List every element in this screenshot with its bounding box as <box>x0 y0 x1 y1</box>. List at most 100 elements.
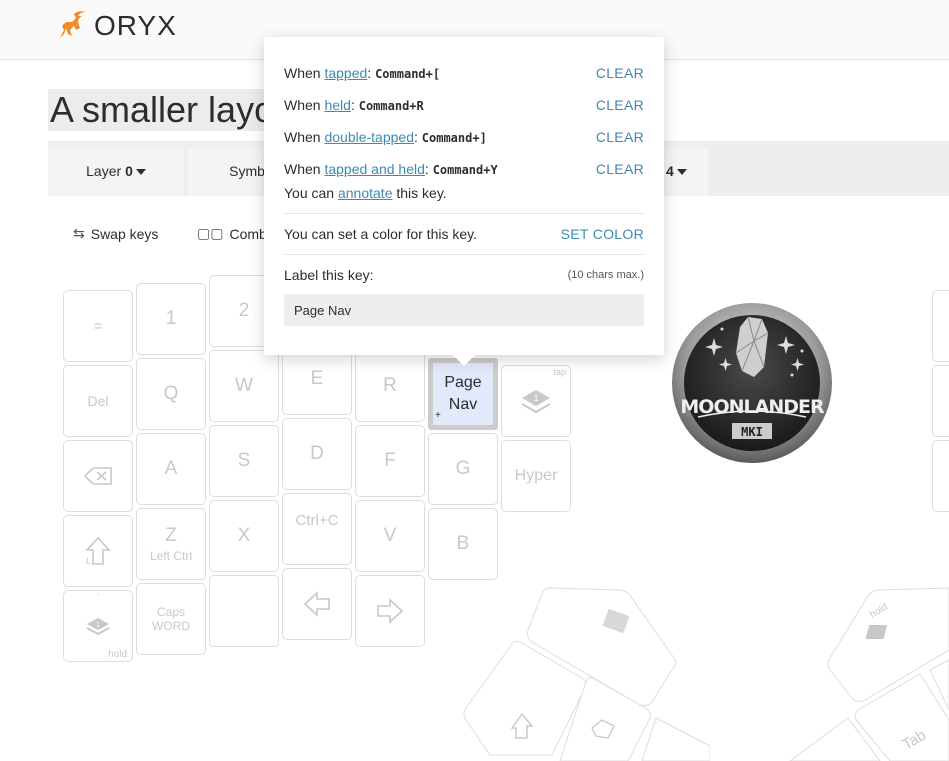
color-row: You can set a color for this key. SET CO… <box>284 224 644 244</box>
key-s[interactable]: S <box>209 425 279 497</box>
key-grave-layer-1-hold[interactable]: ` 1 hold <box>63 590 133 662</box>
key-label: A <box>164 458 178 479</box>
held-link[interactable]: held <box>324 97 350 113</box>
key-label: Ctrl+C <box>295 511 339 529</box>
key-caps-word[interactable]: Caps WORD <box>136 583 206 655</box>
key-label-line2: WORD <box>152 619 190 633</box>
key-equals[interactable]: = <box>63 290 133 362</box>
key-hyper[interactable]: Hyper <box>501 440 571 512</box>
tab-number: 0 <box>125 163 133 179</box>
key-right-arrow[interactable] <box>355 575 425 647</box>
layer-number: 3 <box>891 628 896 638</box>
swap-icon: ⇆ <box>73 225 85 241</box>
app-name: ORYX <box>94 10 177 41</box>
double-tap-action-row: When double-tapped: Command+] CLEAR <box>284 127 644 147</box>
key-a[interactable]: A <box>136 433 206 505</box>
key-config-popover: When tapped: Command+[ CLEAR When held: … <box>264 37 664 355</box>
thumb-key-layer-3-hold[interactable] <box>827 587 949 703</box>
key-label: R <box>383 375 397 396</box>
key-layer-1-tap[interactable]: tap 1 <box>501 365 571 437</box>
key-ctrl-c[interactable]: Ctrl+C <box>282 493 352 565</box>
key-label: F <box>384 450 396 471</box>
label-title: Label this key: <box>284 267 374 283</box>
layer-icon <box>865 625 888 639</box>
app-logo[interactable]: ORYX <box>54 8 177 44</box>
key-r[interactable]: R <box>355 350 425 422</box>
key-label: E <box>310 368 324 389</box>
svg-text:1: 1 <box>533 393 538 403</box>
swap-keys-button[interactable]: ⇆ Swap keys <box>73 225 158 242</box>
hold-action-text: When held: Command+R <box>284 97 424 113</box>
popover-arrow <box>452 354 476 366</box>
thumb-cluster-right: hold 3 Tab <box>789 587 949 761</box>
tapped-link[interactable]: tapped <box>324 65 367 81</box>
annotate-text: You can annotate this key. <box>284 185 447 201</box>
key-page-nav[interactable]: Page Nav + <box>428 358 498 430</box>
key-top-label: ` <box>97 593 101 604</box>
caret-down-icon <box>135 169 146 176</box>
clear-double-tap-button[interactable]: CLEAR <box>596 129 644 145</box>
tapped-and-held-link[interactable]: tapped and held <box>324 161 424 177</box>
layer-icon: 1 <box>521 390 551 414</box>
key-g[interactable]: G <box>428 433 498 505</box>
key-sublabel: Left Ctrl <box>149 549 192 563</box>
badge-title: MOONLANDER <box>680 396 825 418</box>
key-label-line1: Caps <box>156 605 185 619</box>
key-w[interactable]: W <box>209 350 279 422</box>
tab-number: 4 <box>666 163 674 179</box>
key-right-partial[interactable] <box>932 365 949 437</box>
key-b[interactable]: B <box>428 508 498 580</box>
key-right-partial[interactable] <box>932 290 949 362</box>
key-label-line1: Page <box>444 374 482 391</box>
key-corner-label: tap <box>553 367 566 377</box>
key-backspace[interactable] <box>63 440 133 512</box>
key-v[interactable]: V <box>355 500 425 572</box>
clear-tap-hold-button[interactable]: CLEAR <box>596 161 644 177</box>
tap-hold-action-text: When tapped and held: Command+Y <box>284 161 498 177</box>
key-z[interactable]: Z Left Ctrl <box>136 508 206 580</box>
key-label: 2 <box>238 300 250 321</box>
svg-text:L: L <box>86 556 91 566</box>
key-blank[interactable] <box>209 575 279 647</box>
arrow-left-icon <box>303 591 330 617</box>
clear-tap-button[interactable]: CLEAR <box>596 65 644 81</box>
page-title[interactable]: A smaller layout <box>48 89 278 131</box>
key-x[interactable]: X <box>209 500 279 572</box>
set-color-button[interactable]: SET COLOR <box>561 226 644 242</box>
tap-action-row: When tapped: Command+[ CLEAR <box>284 63 644 83</box>
key-label-input[interactable] <box>284 294 644 326</box>
key-label: Q <box>163 383 179 404</box>
key-label: W <box>235 375 253 396</box>
thumb-key-partial[interactable] <box>641 717 710 761</box>
double-tapped-link[interactable]: double-tapped <box>324 129 414 145</box>
key-f[interactable]: F <box>355 425 425 497</box>
key-label: = <box>93 317 103 335</box>
divider <box>284 254 644 255</box>
svg-text:1: 1 <box>96 622 100 629</box>
key-shift[interactable]: L <box>63 515 133 587</box>
key-right-partial[interactable] <box>932 440 949 512</box>
key-label: V <box>383 525 397 546</box>
annotate-row: You can annotate this key. <box>284 183 644 203</box>
key-corner-label: hold <box>108 649 127 660</box>
thumb-cluster-left <box>463 587 710 761</box>
key-label: D <box>310 443 324 464</box>
shift-icon: L <box>85 536 111 566</box>
key-label: Hyper <box>514 467 558 484</box>
key-label: B <box>456 533 470 554</box>
key-q[interactable]: Q <box>136 358 206 430</box>
key-left-arrow[interactable] <box>282 568 352 640</box>
key-1[interactable]: 1 <box>136 283 206 355</box>
label-row: Label this key: (10 chars max.) <box>284 265 644 285</box>
key-del[interactable]: Del <box>63 365 133 437</box>
color-text: You can set a color for this key. <box>284 226 477 242</box>
key-label: Z <box>165 525 177 546</box>
key-d[interactable]: D <box>282 418 352 490</box>
tab-label: Layer <box>86 163 126 179</box>
key-label: S <box>237 450 251 471</box>
tab-layer-0[interactable]: Layer 0 <box>48 147 184 196</box>
clear-hold-button[interactable]: CLEAR <box>596 97 644 113</box>
annotate-link[interactable]: annotate <box>338 185 393 201</box>
divider <box>284 213 644 214</box>
key-label: 1 <box>165 308 177 329</box>
